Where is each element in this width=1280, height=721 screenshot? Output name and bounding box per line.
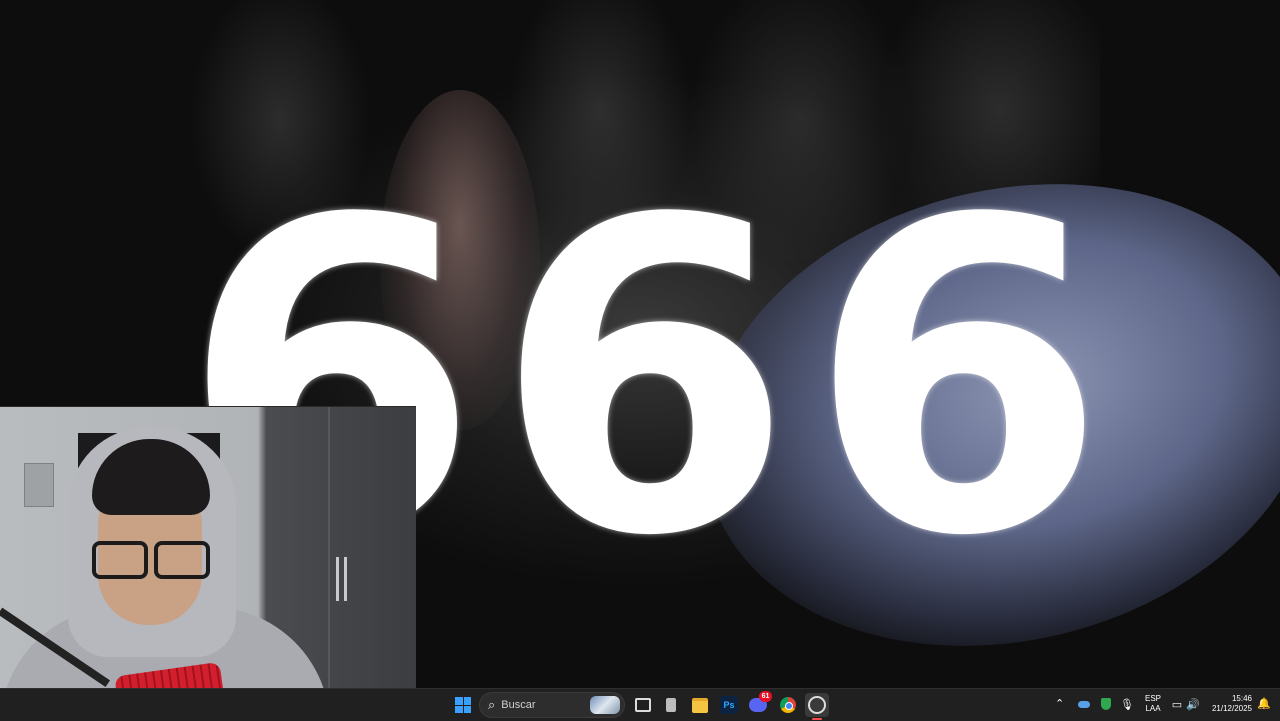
notification-bell-icon[interactable]: 🔔 (1257, 697, 1271, 710)
search-placeholder: Buscar (501, 699, 536, 711)
terminal-icon (666, 698, 676, 712)
glasses (92, 541, 210, 579)
photoshop-button[interactable]: Ps (717, 693, 741, 717)
photoshop-icon: Ps (720, 696, 738, 714)
discord-notification-badge: 61 (759, 691, 772, 702)
search-icon: ⌕ (488, 697, 496, 712)
language-code: ESP (1144, 694, 1161, 703)
clock-date: 21/12/2025 (1211, 704, 1252, 713)
keyboard-layout: LAA (1145, 704, 1161, 713)
cloud-icon (1078, 700, 1090, 708)
chrome-icon (780, 697, 796, 713)
digit-2: 6 (494, 130, 793, 630)
network-icon[interactable]: ▭ (1170, 697, 1184, 711)
windows-logo-icon (455, 697, 471, 713)
clock-time: 15:46 (1231, 694, 1252, 703)
microphone-tray-icon[interactable]: 🎙 (1120, 697, 1134, 711)
task-view-icon (635, 698, 651, 712)
discord-button[interactable]: 61 (746, 691, 772, 717)
file-explorer-button[interactable] (688, 693, 712, 717)
closet-handle (336, 557, 339, 601)
webcam-overlay (0, 406, 416, 721)
obs-button[interactable] (805, 693, 829, 717)
start-button[interactable] (451, 693, 475, 717)
terminal-button[interactable] (659, 693, 683, 717)
closet-door-edge (328, 407, 330, 721)
shield-icon (1101, 698, 1111, 710)
onedrive-tray-button[interactable] (1077, 697, 1091, 711)
closet-handle (344, 557, 347, 601)
windows-taskbar: ⌕ Buscar Ps 61 ⌃ 🎙 ESP LAA ▭ 🔊 15:46 21/… (0, 688, 1280, 721)
chrome-button[interactable] (776, 693, 800, 717)
folder-icon (692, 697, 708, 713)
obs-icon (808, 696, 826, 714)
taskbar-search-box[interactable]: ⌕ Buscar (479, 692, 625, 718)
system-clock[interactable]: 15:46 21/12/2025 (1202, 694, 1252, 714)
task-view-button[interactable] (631, 693, 655, 717)
language-indicator[interactable]: ESP LAA (1142, 694, 1164, 714)
search-highlight-image (590, 696, 620, 714)
wall-switch (24, 463, 54, 507)
digit-3: 6 (807, 130, 1107, 630)
volume-icon[interactable]: 🔊 (1186, 697, 1200, 711)
show-hidden-icons-chevron-icon[interactable]: ⌃ (1055, 697, 1064, 710)
security-tray-button[interactable] (1099, 697, 1113, 711)
